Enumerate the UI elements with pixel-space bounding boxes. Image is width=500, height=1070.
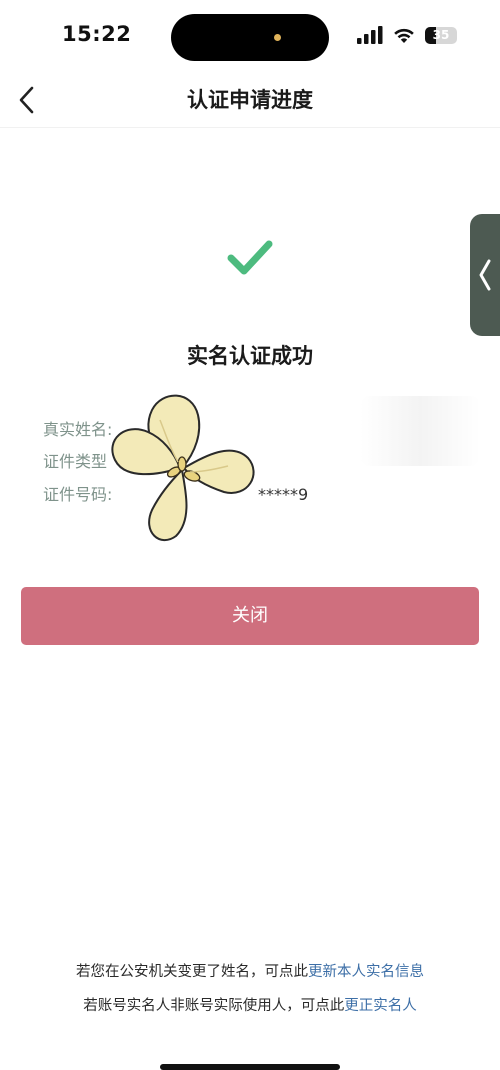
dynamic-island — [171, 14, 329, 61]
side-collapse-tab[interactable] — [470, 214, 500, 336]
camera-indicator-dot — [274, 34, 281, 41]
close-button[interactable]: 关闭 — [21, 587, 479, 645]
page-title: 认证申请进度 — [187, 88, 313, 112]
id-type-label: 证件类型 — [43, 452, 108, 471]
page: 15:22 35 认证申请进度 实名认证成功 真实姓名: 证件类型 证件号码: … — [0, 0, 500, 1070]
flower-sticker-image — [111, 394, 255, 542]
verification-result-title: 实名认证成功 — [187, 344, 313, 368]
status-bar: 15:22 35 — [0, 0, 500, 75]
chevron-left-icon — [479, 259, 491, 291]
update-name-note-text: 若您在公安机关变更了姓名，可点此 — [76, 964, 308, 980]
nav-bar: 认证申请进度 — [0, 72, 500, 128]
wifi-icon — [394, 28, 414, 43]
cellular-signal-icon — [357, 26, 383, 44]
checkmark-icon — [227, 240, 273, 275]
correct-real-name-owner-link[interactable]: 更正实名人 — [344, 998, 417, 1014]
correct-owner-note-text: 若账号实名人非账号实际使用人，可点此 — [83, 998, 345, 1014]
blurred-value — [360, 396, 480, 466]
battery-percentage: 35 — [432, 27, 450, 42]
home-indicator — [160, 1064, 340, 1070]
update-real-name-info-link[interactable]: 更新本人实名信息 — [308, 964, 424, 980]
battery-icon: 35 — [425, 26, 457, 44]
status-time: 15:22 — [62, 22, 132, 46]
update-name-note: 若您在公安机关变更了姓名，可点此更新本人实名信息 — [0, 960, 500, 981]
status-icons: 35 — [357, 24, 457, 46]
chevron-left-icon — [19, 86, 34, 114]
back-button[interactable] — [10, 80, 44, 120]
correct-owner-note: 若账号实名人非账号实际使用人，可点此更正实名人 — [0, 994, 500, 1015]
